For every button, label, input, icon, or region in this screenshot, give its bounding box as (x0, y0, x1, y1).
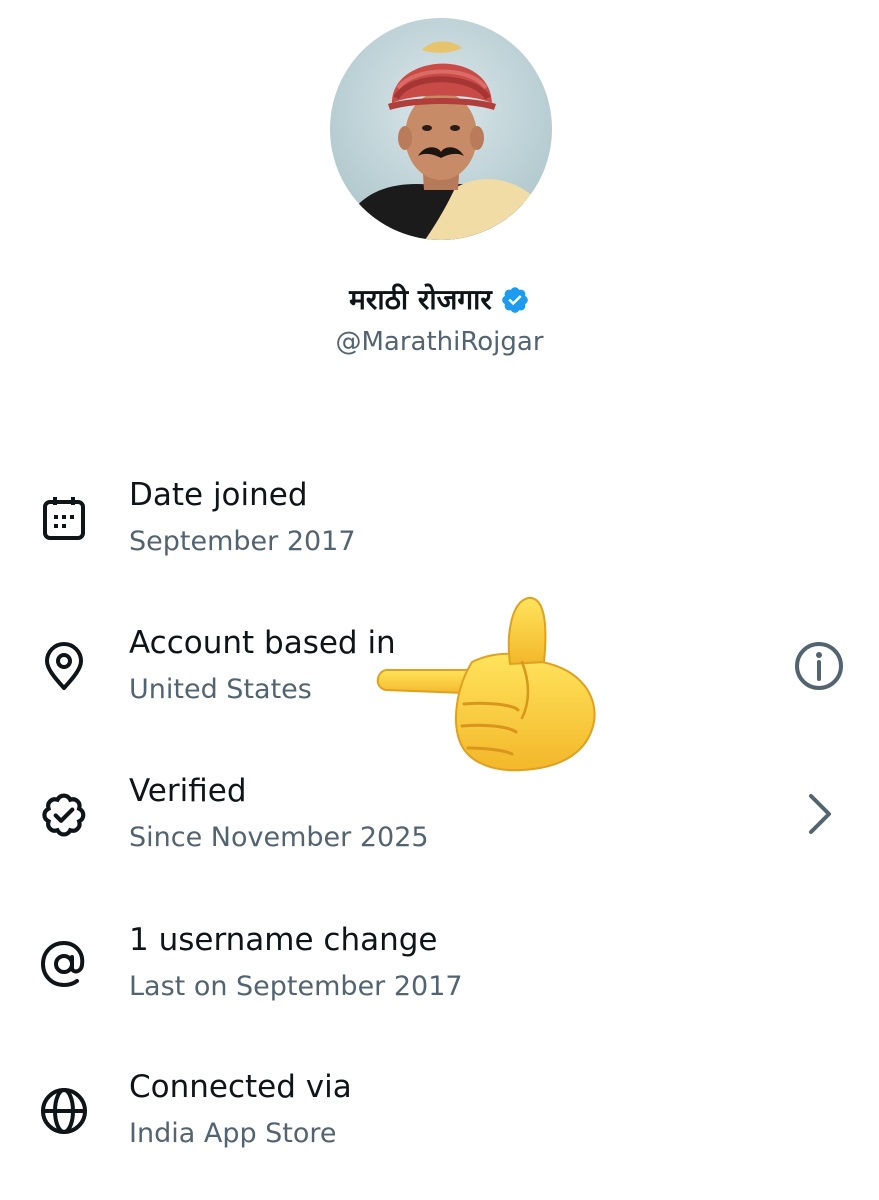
verified-badge-icon[interactable] (500, 285, 530, 315)
about-row-subtitle: Last on September 2017 (129, 971, 463, 1002)
location-pin-icon (39, 642, 89, 692)
pointing-hand-emoji (372, 592, 602, 778)
about-row-username-change: 1 username change Last on September 2017 (0, 919, 879, 1019)
display-name-row: मराठी रोजगार (0, 280, 879, 320)
about-row-title: Date joined (129, 477, 308, 513)
info-icon[interactable] (793, 640, 845, 692)
about-row-title: Connected via (129, 1069, 352, 1105)
about-row-connected-via: Connected via India App Store (0, 1066, 879, 1166)
about-row-title: 1 username change (129, 922, 438, 958)
calendar-icon (39, 494, 89, 544)
about-row-title: Verified (129, 773, 247, 809)
chevron-right-icon[interactable] (793, 788, 845, 840)
about-row-date-joined: Date joined September 2017 (0, 474, 879, 574)
at-sign-icon (39, 939, 89, 989)
about-row-verified[interactable]: Verified Since November 2025 (0, 770, 879, 870)
about-row-subtitle: Since November 2025 (129, 822, 429, 853)
display-name: मराठी रोजगार (349, 283, 492, 316)
profile-handle: @MarathiRojgar (335, 327, 544, 357)
avatar[interactable] (330, 18, 552, 240)
about-row-title: Account based in (129, 625, 396, 661)
about-row-subtitle: United States (129, 674, 312, 705)
about-row-subtitle: September 2017 (129, 526, 356, 557)
profile-photo (330, 18, 552, 240)
globe-icon (39, 1086, 89, 1136)
verified-badge-outline-icon (39, 790, 89, 840)
about-row-subtitle: India App Store (129, 1118, 337, 1149)
